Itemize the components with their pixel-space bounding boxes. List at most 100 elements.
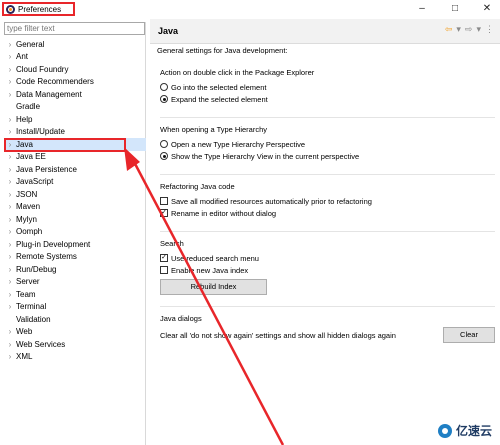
tree-item-label: JavaScript xyxy=(16,177,54,187)
tree-item-data-management[interactable]: › Data Management xyxy=(4,88,146,101)
chevron-right-icon[interactable]: › xyxy=(4,302,16,311)
tree-item-general[interactable]: › General xyxy=(4,38,146,51)
tree-item-server[interactable]: › Server xyxy=(4,276,146,289)
rename-editor-option[interactable]: ✓ Rename in editor without dialog xyxy=(160,207,495,219)
reduced-menu-checkbox[interactable]: ✓ xyxy=(160,254,168,262)
filter-input[interactable] xyxy=(4,22,145,35)
tree-item-install-update[interactable]: › Install/Update xyxy=(4,126,146,139)
preference-page: Java ⇦ ▾ ⇨ ▾ ⋮ General settings for Java… xyxy=(150,19,500,445)
clear-button[interactable]: Clear xyxy=(443,327,495,343)
new-perspective-option[interactable]: Open a new Type Hierarchy Perspective xyxy=(160,138,495,150)
tree-item-java-ee[interactable]: › Java EE xyxy=(4,151,146,164)
tree-item-web[interactable]: › Web xyxy=(4,326,146,339)
tree-item-label: Validation xyxy=(16,314,51,324)
reduced-menu-option[interactable]: ✓ Use reduced search menu xyxy=(160,252,495,264)
java-dialogs-label: Java dialogs xyxy=(160,314,202,323)
chevron-right-icon[interactable]: › xyxy=(4,115,16,124)
tree-item-label: Mylyn xyxy=(16,214,37,224)
view-menu-icon[interactable]: ⋮ xyxy=(485,24,494,35)
maximize-button[interactable]: □ xyxy=(445,2,465,16)
tree-item-xml[interactable]: › XML xyxy=(4,351,146,364)
chevron-right-icon[interactable]: › xyxy=(4,152,16,161)
tree-item-validation[interactable]: Validation xyxy=(4,313,146,326)
chevron-right-icon[interactable]: › xyxy=(4,290,16,299)
minimize-button[interactable]: – xyxy=(412,2,432,16)
new-perspective-label: Open a new Type Hierarchy Perspective xyxy=(171,139,306,149)
chevron-right-icon[interactable]: › xyxy=(4,252,16,261)
chevron-right-icon[interactable]: › xyxy=(4,52,16,61)
chevron-right-icon[interactable]: › xyxy=(4,327,16,336)
chevron-right-icon[interactable]: › xyxy=(4,227,16,236)
close-button[interactable]: ✕ xyxy=(477,2,497,16)
refactoring-group: Refactoring Java code Save all modified … xyxy=(160,182,495,219)
tree-item-remote-systems[interactable]: › Remote Systems xyxy=(4,251,146,264)
new-index-checkbox[interactable] xyxy=(160,266,168,274)
tree-item-run-debug[interactable]: › Run/Debug xyxy=(4,263,146,276)
new-index-option[interactable]: Enable new Java index xyxy=(160,264,495,276)
tree-item-oomph[interactable]: › Oomph xyxy=(4,226,146,239)
title-bar: Preferences – □ ✕ xyxy=(0,0,500,19)
tree-item-ant[interactable]: › Ant xyxy=(4,51,146,64)
forward-icon[interactable]: ⇨ xyxy=(465,24,473,35)
tree-item-javascript[interactable]: › JavaScript xyxy=(4,176,146,189)
tree-item-label: Gradle xyxy=(16,102,41,112)
rebuild-index-button[interactable]: Rebuild Index xyxy=(160,279,267,295)
current-perspective-radio[interactable] xyxy=(160,152,168,160)
tree-item-json[interactable]: › JSON xyxy=(4,188,146,201)
chevron-right-icon[interactable]: › xyxy=(4,177,16,186)
tree-item-java-persistence[interactable]: › Java Persistence xyxy=(4,163,146,176)
title-annotation-box: Preferences xyxy=(2,2,75,16)
tree-item-label: Help xyxy=(16,114,33,124)
tree-item-label: JSON xyxy=(16,189,38,199)
chevron-right-icon[interactable]: › xyxy=(4,65,16,74)
back-menu-icon[interactable]: ▾ xyxy=(456,24,461,35)
forward-menu-icon[interactable]: ▾ xyxy=(476,24,481,35)
go-into-option[interactable]: Go into the selected element xyxy=(160,81,495,93)
separator xyxy=(160,306,495,307)
tree-item-cloud-foundry[interactable]: › Cloud Foundry xyxy=(4,63,146,76)
tree-item-plug-in-development[interactable]: › Plug-in Development xyxy=(4,238,146,251)
preferences-tree: › General › Ant › Cloud Foundry › Code Recommen… xyxy=(4,38,146,363)
tree-item-maven[interactable]: › Maven xyxy=(4,201,146,214)
chevron-right-icon[interactable]: › xyxy=(4,277,16,286)
chevron-right-icon[interactable]: › xyxy=(4,77,16,86)
new-perspective-radio[interactable] xyxy=(160,140,168,148)
watermark-text: 亿速云 xyxy=(455,424,492,438)
go-into-radio[interactable] xyxy=(160,83,168,91)
watermark: 亿速云 xyxy=(437,422,492,439)
save-all-checkbox[interactable] xyxy=(160,197,168,205)
chevron-right-icon[interactable]: › xyxy=(4,265,16,274)
current-perspective-option[interactable]: Show the Type Hierarchy View in the curr… xyxy=(160,150,495,162)
tree-item-web-services[interactable]: › Web Services xyxy=(4,338,146,351)
save-all-option[interactable]: Save all modified resources automaticall… xyxy=(160,195,495,207)
tree-item-help[interactable]: › Help xyxy=(4,113,146,126)
back-icon[interactable]: ⇦ xyxy=(445,24,453,35)
expand-radio[interactable] xyxy=(160,95,168,103)
chevron-right-icon[interactable]: › xyxy=(4,352,16,361)
refactoring-label: Refactoring Java code xyxy=(160,182,235,191)
tree-item-team[interactable]: › Team xyxy=(4,288,146,301)
chevron-right-icon[interactable]: › xyxy=(4,40,16,49)
expand-option[interactable]: Expand the selected element xyxy=(160,93,495,105)
chevron-right-icon[interactable]: › xyxy=(4,90,16,99)
tree-item-terminal[interactable]: › Terminal xyxy=(4,301,146,314)
rename-editor-checkbox[interactable]: ✓ xyxy=(160,209,168,217)
chevron-right-icon[interactable]: › xyxy=(4,165,16,174)
save-all-label: Save all modified resources automaticall… xyxy=(171,196,372,206)
chevron-right-icon[interactable]: › xyxy=(4,340,16,349)
page-content: General settings for Java development: A… xyxy=(150,44,500,445)
go-into-label: Go into the selected element xyxy=(171,82,267,92)
chevron-right-icon[interactable]: › xyxy=(4,202,16,211)
chevron-right-icon[interactable]: › xyxy=(4,240,16,249)
tree-item-gradle[interactable]: Gradle xyxy=(4,101,146,114)
chevron-right-icon[interactable]: › xyxy=(4,127,16,136)
chevron-right-icon[interactable]: › xyxy=(4,215,16,224)
clear-dialogs-text: Clear all 'do not show again' settings a… xyxy=(160,330,396,340)
tree-item-code-recommenders[interactable]: › Code Recommenders xyxy=(4,76,146,89)
page-description: General settings for Java development: xyxy=(157,46,288,55)
chevron-right-icon[interactable]: › xyxy=(4,190,16,199)
tree-item-mylyn[interactable]: › Mylyn xyxy=(4,213,146,226)
tree-item-label: Run/Debug xyxy=(16,264,57,274)
tree-item-label: Maven xyxy=(16,202,41,212)
tree-item-label: Web xyxy=(16,327,33,337)
